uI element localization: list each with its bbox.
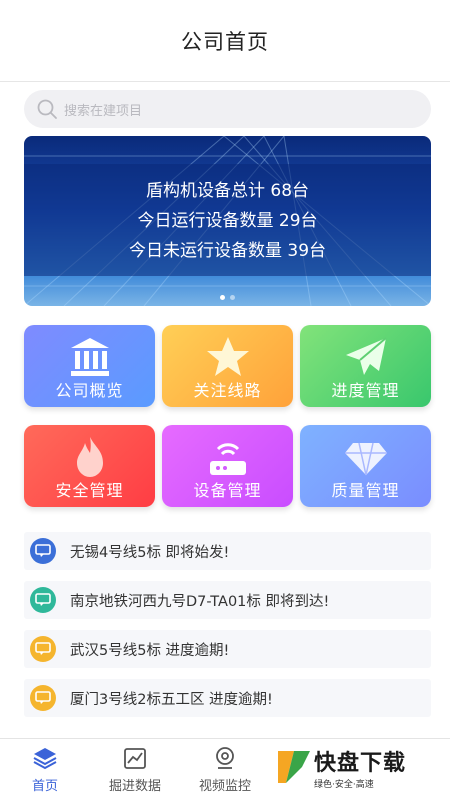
flame-icon bbox=[67, 435, 113, 479]
watermark-sub: 绿色·安全·高速 bbox=[314, 779, 374, 790]
banner-pagination bbox=[24, 295, 431, 300]
tile-label: 进度管理 bbox=[331, 381, 400, 400]
tab-label: 视频监控 bbox=[198, 779, 251, 794]
watermark-logo-icon bbox=[274, 747, 314, 787]
message-icon bbox=[30, 685, 56, 711]
banner-dot[interactable] bbox=[230, 295, 235, 300]
tab-tunneling-data[interactable]: 掘进数据 bbox=[90, 739, 180, 800]
camera-icon bbox=[212, 745, 238, 771]
tab-label: 掘进数据 bbox=[108, 779, 161, 794]
header: 公司首页 bbox=[0, 0, 450, 82]
search-icon bbox=[36, 98, 58, 120]
bank-icon bbox=[67, 335, 113, 379]
banner-dot[interactable] bbox=[220, 295, 225, 300]
router-icon bbox=[205, 435, 251, 479]
tab-label: 首页 bbox=[31, 779, 58, 794]
tab-video-monitoring[interactable]: 视频监控 bbox=[180, 739, 270, 800]
notice-item[interactable]: 无锡4号线5标 即将始发! bbox=[24, 532, 431, 570]
banner[interactable]: 盾构机设备总计 68台 今日运行设备数量 29台 今日未运行设备数量 39台 bbox=[24, 136, 431, 306]
notice-text: 厦门3号线2标五工区 进度逾期! bbox=[70, 691, 273, 708]
feature-grid: 公司概览 关注线路 进度管理 安全管理 设备管理 质量管理 bbox=[24, 325, 431, 507]
watermark-text: 快盘下载 绿色·安全·高速 bbox=[314, 745, 406, 790]
message-icon bbox=[30, 538, 56, 564]
notice-item[interactable]: 厦门3号线2标五工区 进度逾期! bbox=[24, 679, 431, 717]
page: 公司首页 搜索在建项目 盾构机设备总计 68台 今日运行设备数量 29台 今日未… bbox=[0, 0, 450, 800]
tab-home[interactable]: 首页 bbox=[0, 739, 90, 800]
notice-text: 南京地铁河西九号D7-TA01标 即将到达! bbox=[70, 593, 330, 610]
notice-item[interactable]: 南京地铁河西九号D7-TA01标 即将到达! bbox=[24, 581, 431, 619]
tile-quality-management[interactable]: 质量管理 bbox=[300, 425, 431, 507]
notice-text: 无锡4号线5标 即将始发! bbox=[70, 544, 230, 561]
banner-line-idle: 今日未运行设备数量 39台 bbox=[128, 241, 327, 261]
page-title: 公司首页 bbox=[181, 29, 269, 54]
watermark: 快盘下载 绿色·安全·高速 bbox=[274, 744, 442, 790]
chart-icon bbox=[122, 745, 148, 771]
watermark-main: 快盘下载 bbox=[314, 750, 407, 776]
tile-label: 关注线路 bbox=[193, 381, 262, 400]
notice-list: 无锡4号线5标 即将始发! 南京地铁河西九号D7-TA01标 即将到达! 武汉5… bbox=[24, 532, 431, 728]
message-icon bbox=[30, 636, 56, 662]
search-bar[interactable]: 搜索在建项目 bbox=[24, 90, 431, 128]
banner-line-total: 盾构机设备总计 68台 bbox=[145, 181, 310, 201]
star-icon bbox=[205, 335, 251, 379]
layers-icon bbox=[32, 745, 58, 771]
diamond-icon bbox=[343, 435, 389, 479]
tile-progress-management[interactable]: 进度管理 bbox=[300, 325, 431, 407]
search-placeholder: 搜索在建项目 bbox=[64, 103, 143, 119]
paper-plane-icon bbox=[343, 335, 389, 379]
notice-text: 武汉5号线5标 进度逾期! bbox=[70, 642, 230, 659]
message-icon bbox=[30, 587, 56, 613]
notice-item[interactable]: 武汉5号线5标 进度逾期! bbox=[24, 630, 431, 668]
tile-label: 安全管理 bbox=[55, 481, 124, 500]
banner-text: 盾构机设备总计 68台 今日运行设备数量 29台 今日未运行设备数量 39台 bbox=[24, 176, 431, 266]
tile-safety-management[interactable]: 安全管理 bbox=[24, 425, 155, 507]
tile-company-overview[interactable]: 公司概览 bbox=[24, 325, 155, 407]
tile-label: 公司概览 bbox=[55, 381, 124, 400]
tile-label: 设备管理 bbox=[193, 481, 262, 500]
tile-followed-lines[interactable]: 关注线路 bbox=[162, 325, 293, 407]
banner-line-running: 今日运行设备数量 29台 bbox=[137, 211, 318, 231]
tile-label: 质量管理 bbox=[331, 481, 400, 500]
tile-equipment-management[interactable]: 设备管理 bbox=[162, 425, 293, 507]
